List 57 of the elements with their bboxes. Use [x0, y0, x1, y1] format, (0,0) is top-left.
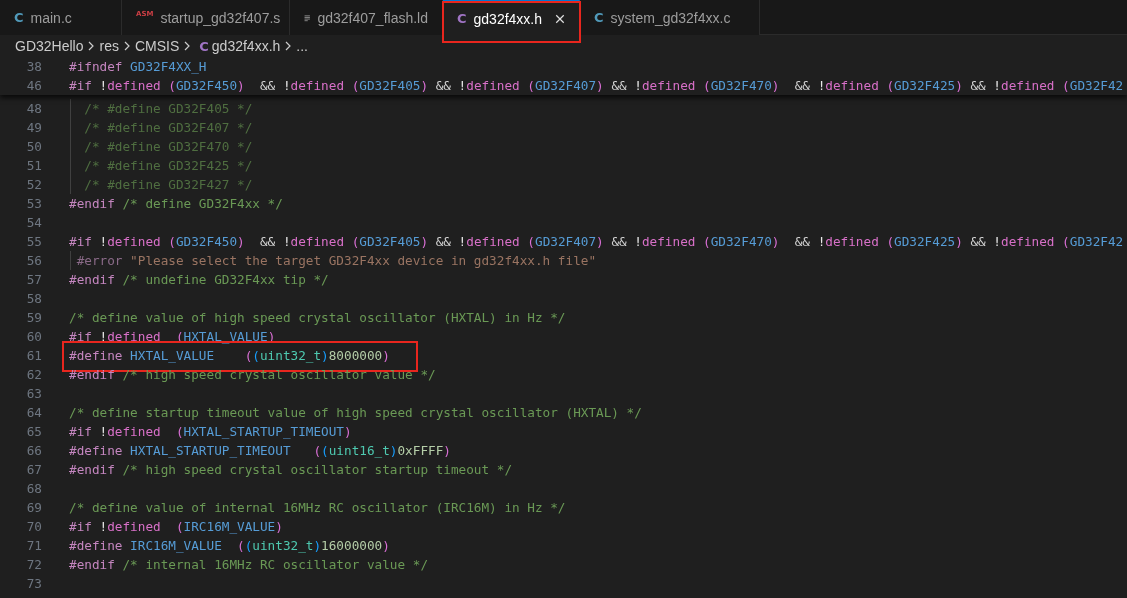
code-line: #endif /* undefine GD32F4xx tip */	[69, 271, 329, 289]
breadcrumb-item[interactable]: CMSIS	[134, 38, 180, 54]
code-line: #endif /* define GD32F4xx */	[69, 195, 283, 213]
code-line: #endif /* high speed crystal oscillator startup timeout */	[69, 461, 513, 479]
line-number: 60	[25, 329, 42, 344]
line-number: 61	[25, 348, 42, 363]
line-number: 49	[25, 120, 42, 135]
line-number: 70	[25, 519, 42, 534]
editor-tab[interactable]: C gd32f4xx.h	[443, 0, 580, 35]
code-line: /* define startup timeout value of high speed crystal oscillator (HXTAL) */	[69, 404, 642, 422]
code-line: #ifndef GD32F4XX_H	[69, 58, 207, 76]
code-line: #define IRC16M_VALUE ((uint32_t)16000000)	[69, 537, 390, 555]
breadcrumb-item[interactable]: gd32f4xx.h	[211, 38, 281, 54]
line-number: 59	[25, 310, 42, 325]
line-number: 56	[25, 253, 42, 268]
close-icon[interactable]	[555, 12, 565, 25]
line-number: 73	[25, 576, 42, 591]
line-number: 52	[25, 177, 42, 192]
line-number: 38	[25, 59, 42, 74]
code-line: #if !defined (GD32F450) && !defined (GD32F405) && !defined (GD32F407) && !defined (GD32F470) && !defined (GD32F425) && !defined (GD32F42	[69, 233, 1124, 251]
code-line: /* define value of internal 16MHz RC oscillator (IRC16M) in Hz */	[69, 499, 566, 517]
line-number: 67	[25, 462, 42, 477]
editor-tab[interactable]: C system_gd32f4xx.c	[580, 0, 760, 35]
code-line: #define HXTAL_STARTUP_TIMEOUT ((uint16_t)0xFFFF)	[69, 442, 451, 460]
code-line: /* define value of high speed crystal oscillator (HXTAL) in Hz */	[69, 309, 566, 327]
line-number: 50	[25, 139, 42, 154]
code-line: #if !defined (IRC16M_VALUE)	[69, 518, 283, 536]
line-number: 53	[25, 196, 42, 211]
line-number: 48	[25, 101, 42, 116]
line-number: 65	[25, 424, 42, 439]
line-number: 64	[25, 405, 42, 420]
line-number: 46	[25, 78, 42, 93]
line-number: 54	[25, 215, 42, 230]
code-line: #if !defined (HXTAL_STARTUP_TIMEOUT)	[69, 423, 352, 441]
editor-tab[interactable]: gd32f407_flash.ld	[290, 0, 443, 35]
line-number: 69	[25, 500, 42, 515]
file-type-icon: C	[14, 10, 24, 25]
line-number: 72	[25, 557, 42, 572]
line-number: 51	[25, 158, 42, 173]
line-number: 68	[25, 481, 42, 496]
line-number: 58	[25, 291, 42, 306]
file-type-icon: C	[594, 10, 604, 25]
line-number: 57	[25, 272, 42, 287]
file-type-icon: C	[457, 11, 467, 26]
line-number: 63	[25, 386, 42, 401]
code-line: #endif /* internal 16MHz RC oscillator value */	[69, 556, 429, 574]
line-number: 71	[25, 538, 42, 553]
code-line: #define HXTAL_VALUE ((uint32_t)8000000)	[69, 347, 390, 365]
line-number: 62	[25, 367, 42, 382]
breadcrumb-item[interactable]: GD32Hello	[15, 38, 84, 54]
editor-tab[interactable]: C main.c	[0, 0, 122, 35]
file-type-icon: C	[199, 38, 209, 54]
line-number: 55	[25, 234, 42, 249]
line-number: 66	[25, 443, 42, 458]
breadcrumb-item[interactable]: ...	[296, 38, 308, 54]
breadcrumb-item[interactable]: res	[99, 38, 119, 54]
code-line: #if !defined (GD32F450) && !defined (GD32F405) && !defined (GD32F407) && !defined (GD32F470) && !defined (GD32F425) && !defined (GD32F42	[69, 77, 1124, 95]
